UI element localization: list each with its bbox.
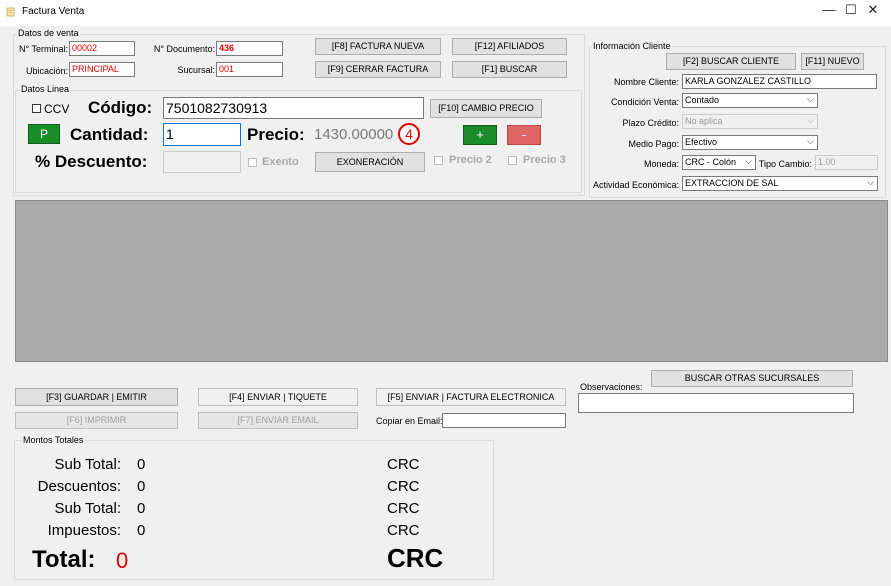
subtotal-2-value: 0 xyxy=(137,500,146,517)
descuento-field[interactable] xyxy=(163,151,241,173)
terminal-label: N° Terminal: xyxy=(19,44,68,54)
codigo-field[interactable]: 7501082730913 xyxy=(163,97,424,119)
subtotal-value: 0 xyxy=(137,456,146,473)
total-label: Total: xyxy=(32,546,96,573)
step-badge: 4 xyxy=(398,123,420,145)
impuestos-value: 0 xyxy=(137,522,146,539)
copiar-email-label: Copiar en Email: xyxy=(376,416,443,426)
exento-checkbox[interactable] xyxy=(248,158,257,167)
cambio-precio-button[interactable]: [F10] CAMBIO PRECIO xyxy=(430,99,542,118)
chevron-down-icon: ⌵ xyxy=(867,177,874,187)
plazo-credito-select[interactable]: No aplica ⌵ xyxy=(682,114,818,129)
condicion-venta-value: Contado xyxy=(685,95,720,105)
buscar-cliente-button[interactable]: [F2] BUSCAR CLIENTE xyxy=(666,53,796,70)
documento-label: N° Documento: xyxy=(153,44,215,54)
cliente-legend: Información Cliente xyxy=(592,41,672,51)
exento-label: Exento xyxy=(262,156,299,168)
close-button[interactable]: ✕ xyxy=(856,0,890,22)
condicion-venta-select[interactable]: Contado ⌵ xyxy=(682,93,818,108)
condicion-venta-label: Condición Venta: xyxy=(610,97,679,107)
plazo-credito-label: Plazo Crédito: xyxy=(622,118,679,128)
cantidad-label: Cantidad: xyxy=(70,125,149,144)
imprimir-button[interactable]: [F6] IMPRIMIR xyxy=(15,412,178,429)
nombre-cliente-label: Nombre Cliente: xyxy=(613,77,679,87)
actividad-economica-select[interactable]: EXTRACCION DE SAL ⌵ xyxy=(682,176,878,191)
ubicacion-label: Ubicación: xyxy=(25,66,68,76)
subtotal-2-currency: CRC xyxy=(387,500,420,517)
datos-linea-legend: Datos Linea xyxy=(20,84,71,94)
medio-pago-value: Efectivo xyxy=(685,137,718,147)
nombre-cliente-field[interactable]: KARLA GONZALEZ CASTILLO xyxy=(682,74,877,89)
chevron-down-icon: ⌵ xyxy=(807,115,814,125)
ccv-label: CCV xyxy=(44,102,70,116)
precio-label: Precio: xyxy=(247,125,305,144)
enviar-factura-button[interactable]: [F5] ENVIAR | FACTURA ELECTRONICA xyxy=(376,388,566,406)
datos-venta-legend: Datos de venta xyxy=(17,28,80,38)
enviar-email-button[interactable]: [F7] ENVIAR EMAIL xyxy=(198,412,358,429)
descuentos-value: 0 xyxy=(137,478,146,495)
factura-nueva-button[interactable]: [F8] FACTURA NUEVA xyxy=(315,38,441,55)
copiar-email-field[interactable] xyxy=(442,413,566,428)
precio3-checkbox[interactable] xyxy=(508,156,517,165)
impuestos-currency: CRC xyxy=(387,522,420,539)
precio3-label: Precio 3 xyxy=(523,154,566,166)
descuentos-currency: CRC xyxy=(387,478,420,495)
p-button[interactable]: P xyxy=(28,124,60,144)
afiliados-button[interactable]: [F12] AFILIADOS xyxy=(452,38,567,55)
precio2-checkbox[interactable] xyxy=(434,156,443,165)
subtotal-2-label: Sub Total: xyxy=(54,500,121,517)
actividad-economica-value: EXTRACCION DE SAL xyxy=(685,178,779,188)
terminal-field[interactable]: 00002 xyxy=(69,41,135,56)
chevron-down-icon: ⌵ xyxy=(745,156,752,166)
precio-field[interactable]: 1430.00000 xyxy=(314,126,393,143)
total-currency: CRC xyxy=(387,543,444,573)
descuentos-label: Descuentos: xyxy=(37,478,121,495)
subtotal-currency: CRC xyxy=(387,456,420,473)
moneda-value: CRC - Colón xyxy=(685,157,737,167)
nuevo-cliente-button[interactable]: [F11] NUEVO xyxy=(801,53,864,70)
chevron-down-icon: ⌵ xyxy=(807,94,814,104)
sucursal-field[interactable]: 001 xyxy=(216,62,283,77)
moneda-label: Moneda: xyxy=(643,159,679,169)
minus-button[interactable]: - xyxy=(507,125,541,145)
tipo-cambio-label: Tipo Cambio: xyxy=(758,159,812,169)
totales-legend: Montos Totales xyxy=(22,435,85,445)
actividad-economica-label: Actividad Económica: xyxy=(592,180,679,190)
plus-button[interactable]: + xyxy=(463,125,497,145)
total-value: 0 xyxy=(116,548,129,573)
sucursal-label: Sucursal: xyxy=(177,65,215,75)
medio-pago-select[interactable]: Efectivo ⌵ xyxy=(682,135,818,150)
descuento-label: % Descuento: xyxy=(35,152,148,171)
app-icon xyxy=(6,7,15,17)
cerrar-factura-button[interactable]: [F9] CERRAR FACTURA xyxy=(315,61,441,78)
guardar-emitir-button[interactable]: [F3] GUARDAR | EMITIR xyxy=(15,388,178,406)
buscar-button[interactable]: [F1] BUSCAR xyxy=(452,61,567,78)
tipo-cambio-field[interactable]: 1.00 xyxy=(815,155,878,170)
items-grid[interactable] xyxy=(15,200,888,362)
title-bar xyxy=(0,0,891,26)
observaciones-field[interactable] xyxy=(578,393,854,413)
enviar-tiquete-button[interactable]: [F4] ENVIAR | TIQUETE xyxy=(198,388,358,406)
precio2-label: Precio 2 xyxy=(449,154,492,166)
observaciones-label: Observaciones: xyxy=(580,382,643,392)
exoneracion-button[interactable]: EXONERACIÓN xyxy=(315,152,425,172)
plazo-credito-value: No aplica xyxy=(685,116,723,126)
cantidad-field[interactable]: 1 xyxy=(163,123,241,146)
ccv-checkbox[interactable] xyxy=(32,104,41,113)
moneda-select[interactable]: CRC - Colón ⌵ xyxy=(682,155,756,170)
window-title: Factura Venta xyxy=(22,6,85,17)
subtotal-label: Sub Total: xyxy=(54,456,121,473)
medio-pago-label: Medio Pago: xyxy=(628,139,679,149)
chevron-down-icon: ⌵ xyxy=(807,136,814,146)
documento-field[interactable]: 436 xyxy=(216,41,283,56)
codigo-label: Código: xyxy=(88,98,153,117)
buscar-sucursales-button[interactable]: BUSCAR OTRAS SUCURSALES xyxy=(651,370,853,387)
ubicacion-field[interactable]: PRINCIPAL xyxy=(69,62,135,77)
impuestos-label: Impuestos: xyxy=(47,522,121,539)
